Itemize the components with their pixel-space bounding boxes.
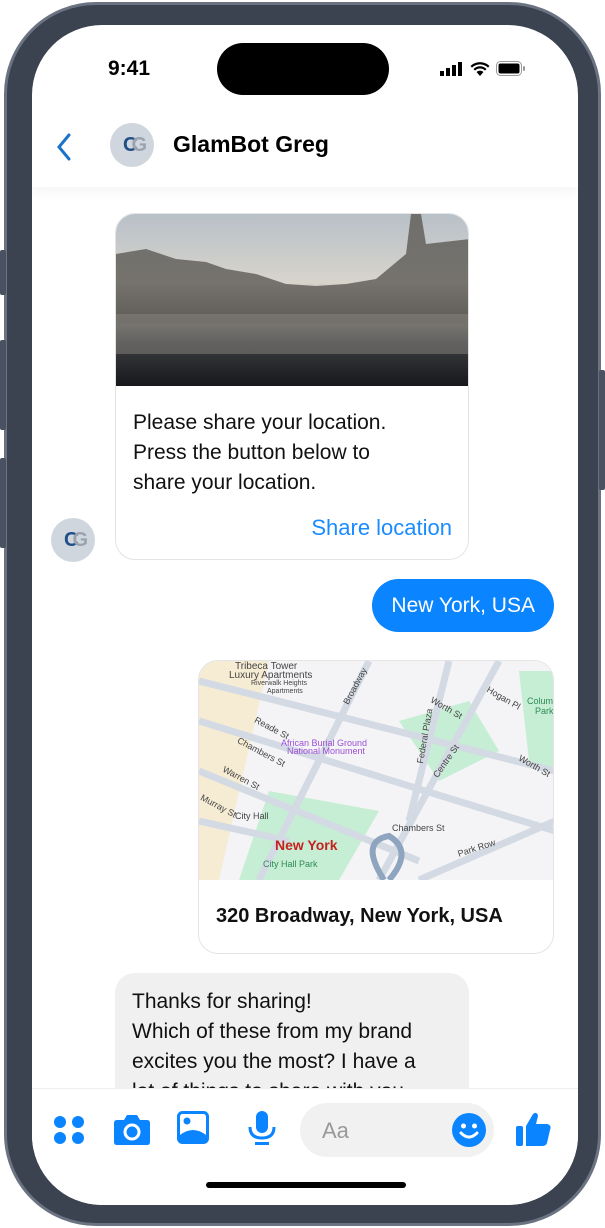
location-request-card: Please share your location. Press the bu…	[115, 213, 469, 560]
map-label-city: New York	[275, 837, 338, 853]
phone-action-button	[0, 250, 6, 295]
map-label: Columb	[527, 696, 554, 706]
map-label: Apartments	[267, 688, 303, 695]
emoji-icon[interactable]	[452, 1113, 486, 1147]
cellular-icon	[440, 61, 462, 76]
map-label: Park	[535, 706, 554, 716]
screen: 9:41 CG GlamBot Greg Please share your l…	[32, 25, 578, 1205]
map[interactable]: Tribeca Tower Luxury Apartments Riverwal…	[199, 661, 553, 880]
card-text-line: Press the button below to	[133, 441, 370, 464]
chat-title[interactable]: GlamBot Greg	[173, 131, 329, 158]
wifi-icon	[470, 62, 490, 76]
apps-grid-icon[interactable]	[52, 1114, 86, 1146]
message-line: Thanks for sharing!	[132, 990, 312, 1013]
avatar[interactable]: CG	[110, 123, 154, 167]
map-label: City Hall Park	[263, 859, 318, 869]
share-location-button[interactable]: Share location	[311, 515, 452, 541]
photo-buildings	[116, 214, 468, 354]
map-label: National Monument	[287, 746, 366, 756]
card-text-line: Please share your location.	[133, 411, 387, 434]
gallery-icon[interactable]	[177, 1111, 209, 1144]
phone-volume-down	[0, 458, 6, 548]
map-label: Chambers St	[392, 823, 445, 833]
phone-power-button	[599, 370, 605, 490]
user-message-bubble: New York, USA	[372, 579, 554, 632]
status-bar: 9:41	[32, 25, 578, 105]
camera-icon[interactable]	[114, 1113, 150, 1145]
dynamic-island	[217, 43, 389, 95]
card-text-line: share your location.	[133, 471, 317, 494]
chat-header: CG GlamBot Greg	[32, 115, 578, 187]
location-address: 320 Broadway, New York, USA	[216, 905, 503, 927]
message-input[interactable]: Aa	[300, 1103, 494, 1157]
bot-avatar: CG	[51, 518, 95, 562]
message-line: excites you the most? I have a	[132, 1050, 416, 1073]
map-label: City Hall	[235, 811, 269, 821]
location-card[interactable]: Tribeca Tower Luxury Apartments Riverwal…	[198, 660, 554, 954]
status-icons	[440, 61, 526, 76]
message-line: Which of these from my brand	[132, 1020, 413, 1043]
city-canal-photo	[116, 214, 468, 386]
map-label: Riverwalk Heights	[251, 680, 308, 687]
home-indicator	[206, 1182, 406, 1188]
battery-icon	[496, 61, 525, 76]
message-placeholder: Aa	[322, 1118, 349, 1143]
thumbs-up-icon[interactable]	[516, 1111, 552, 1147]
phone-volume-up	[0, 340, 6, 430]
back-chevron-icon[interactable]	[54, 131, 74, 163]
status-time: 9:41	[108, 57, 151, 80]
microphone-icon[interactable]	[248, 1111, 276, 1145]
